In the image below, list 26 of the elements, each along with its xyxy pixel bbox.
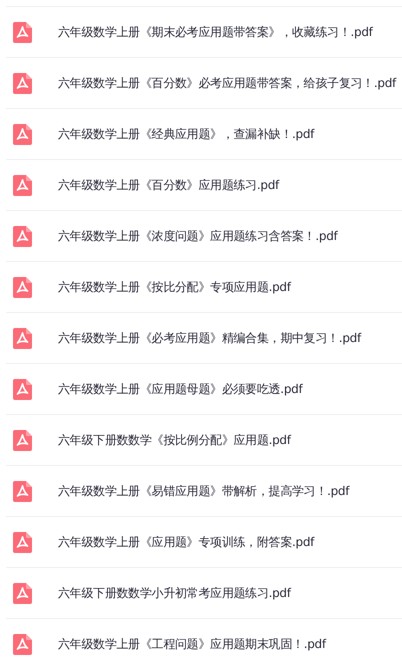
file-name[interactable]: 六年级下册数数学《按比例分配》应用题.pdf: [58, 432, 291, 448]
file-name[interactable]: 六年级数学上册《应用题母题》必须要吃透.pdf: [58, 380, 302, 398]
file-name[interactable]: 六年级数学上册《经典应用题》，查漏补缺！.pdf: [58, 126, 314, 142]
file-name[interactable]: 六年级数学上册《必考应用题》精编合集，期中复习！.pdf: [58, 330, 361, 346]
pdf-file-icon: [13, 72, 32, 94]
file-name[interactable]: 六年级下册数数学小升初常考应用题练习.pdf: [58, 584, 291, 602]
pdf-file-icon: [13, 480, 32, 502]
pdf-file-icon: [13, 174, 32, 196]
pdf-file-icon: [13, 430, 32, 450]
pdf-file-icon: [13, 582, 32, 604]
pdf-file-icon: [13, 328, 32, 348]
file-name[interactable]: 六年级数学上册《浓度问题》应用题练习含答案！.pdf: [58, 228, 338, 244]
pdf-file-icon: [13, 634, 32, 654]
file-name[interactable]: 六年级数学上册《应用题》专项训练，附答案.pdf: [58, 534, 314, 550]
file-name[interactable]: 六年级数学上册《易错应用题》带解析，提高学习！.pdf: [58, 482, 350, 500]
file-name[interactable]: 六年级数学上册《百分数》必考应用题带答案，给孩子复习！.pdf: [58, 74, 396, 92]
pdf-file-icon: [13, 22, 32, 42]
pdf-file-icon: [13, 532, 32, 552]
file-name[interactable]: 六年级数学上册《期末必考应用题带答案》，收藏练习！.pdf: [58, 24, 373, 40]
pdf-file-icon: [13, 226, 32, 246]
file-name[interactable]: 六年级数学上册《工程问题》应用题期末巩固！.pdf: [58, 636, 326, 652]
pdf-file-icon: [13, 378, 32, 400]
file-name[interactable]: 六年级数学上册《按比分配》专项应用题.pdf: [58, 278, 291, 296]
pdf-file-icon: [13, 276, 32, 298]
pdf-file-icon: [13, 124, 32, 144]
file-name[interactable]: 六年级数学上册《百分数》应用题练习.pdf: [58, 176, 279, 194]
